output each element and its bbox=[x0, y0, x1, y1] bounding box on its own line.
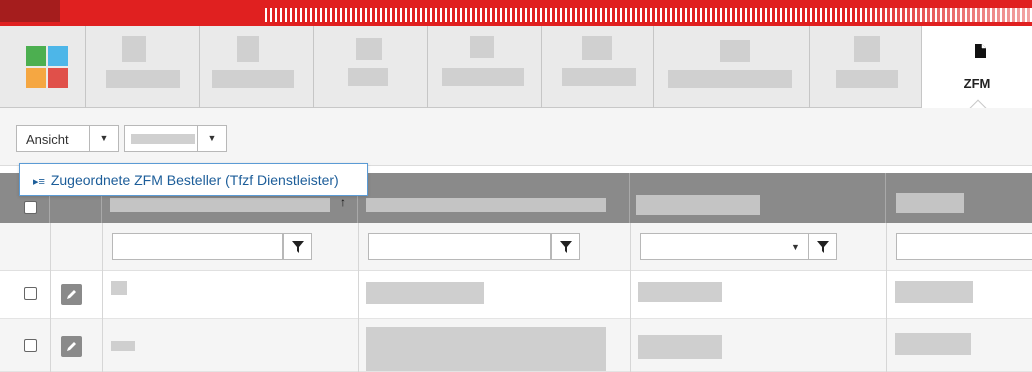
filter-button-col2[interactable] bbox=[551, 233, 580, 260]
filter-row: ▼ bbox=[0, 223, 1032, 271]
chevron-down-icon[interactable]: ▼ bbox=[89, 126, 118, 151]
row-checkbox[interactable] bbox=[24, 287, 37, 300]
brand-bar bbox=[0, 0, 1032, 26]
tab-module-2[interactable] bbox=[200, 26, 314, 108]
data-grid: ↑ ▼ bbox=[0, 173, 1032, 372]
logo-red-tile bbox=[48, 68, 68, 88]
filter-input-col2[interactable] bbox=[368, 233, 551, 260]
tab-module-4[interactable] bbox=[428, 26, 542, 108]
row-checkbox[interactable] bbox=[24, 339, 37, 352]
filter-icon bbox=[560, 241, 572, 253]
logo-blue-tile bbox=[48, 46, 68, 66]
tab-zfm[interactable]: ZFM bbox=[922, 26, 1032, 117]
logo-green-tile bbox=[26, 46, 46, 66]
view-option-label: Zugeordnete ZFM Besteller (Tfzf Dienstle… bbox=[50, 172, 339, 188]
tab-module-3[interactable] bbox=[314, 26, 428, 108]
table-row[interactable] bbox=[0, 271, 1032, 319]
pencil-icon bbox=[67, 290, 76, 299]
tab-home[interactable] bbox=[0, 26, 86, 108]
filter-input-col4[interactable] bbox=[896, 233, 1032, 260]
tab-module-5[interactable] bbox=[542, 26, 654, 108]
filter-icon bbox=[817, 241, 829, 253]
view-select-label: Ansicht bbox=[26, 132, 69, 147]
logo-orange-tile bbox=[26, 68, 46, 88]
table-row[interactable] bbox=[0, 319, 1032, 372]
document-icon bbox=[975, 44, 986, 58]
list-icon: ▸≡ bbox=[33, 176, 45, 188]
select-all-checkbox[interactable] bbox=[24, 201, 37, 214]
view-variant-select[interactable]: ▼ bbox=[124, 125, 227, 152]
column-header-4[interactable] bbox=[886, 173, 1032, 223]
filter-input-col1[interactable] bbox=[112, 233, 283, 260]
filter-select-col3[interactable]: ▼ bbox=[640, 233, 810, 260]
edit-button[interactable] bbox=[61, 336, 82, 357]
module-tab-bar: ZFM bbox=[0, 26, 1032, 117]
tab-zfm-label: ZFM bbox=[963, 76, 991, 91]
filter-button-col1[interactable] bbox=[283, 233, 312, 260]
column-header-2[interactable] bbox=[358, 173, 630, 223]
view-toolbar: Ansicht ▼ ▼ bbox=[0, 108, 1032, 166]
pencil-icon bbox=[67, 342, 76, 351]
edit-button[interactable] bbox=[61, 284, 82, 305]
filter-button-col3[interactable] bbox=[808, 233, 837, 260]
view-select[interactable]: Ansicht ▼ bbox=[16, 125, 119, 152]
filter-icon bbox=[292, 241, 304, 253]
sort-ascending-icon: ↑ bbox=[340, 195, 346, 209]
chevron-down-icon: ▼ bbox=[791, 242, 800, 252]
column-header-3[interactable] bbox=[630, 173, 886, 223]
chevron-down-icon[interactable]: ▼ bbox=[197, 126, 226, 151]
tab-module-7[interactable] bbox=[810, 26, 922, 108]
view-option-popup[interactable]: ▸≡ Zugeordnete ZFM Besteller (Tfzf Diens… bbox=[19, 163, 368, 196]
tab-module-1[interactable] bbox=[86, 26, 200, 108]
tab-module-6[interactable] bbox=[654, 26, 810, 108]
